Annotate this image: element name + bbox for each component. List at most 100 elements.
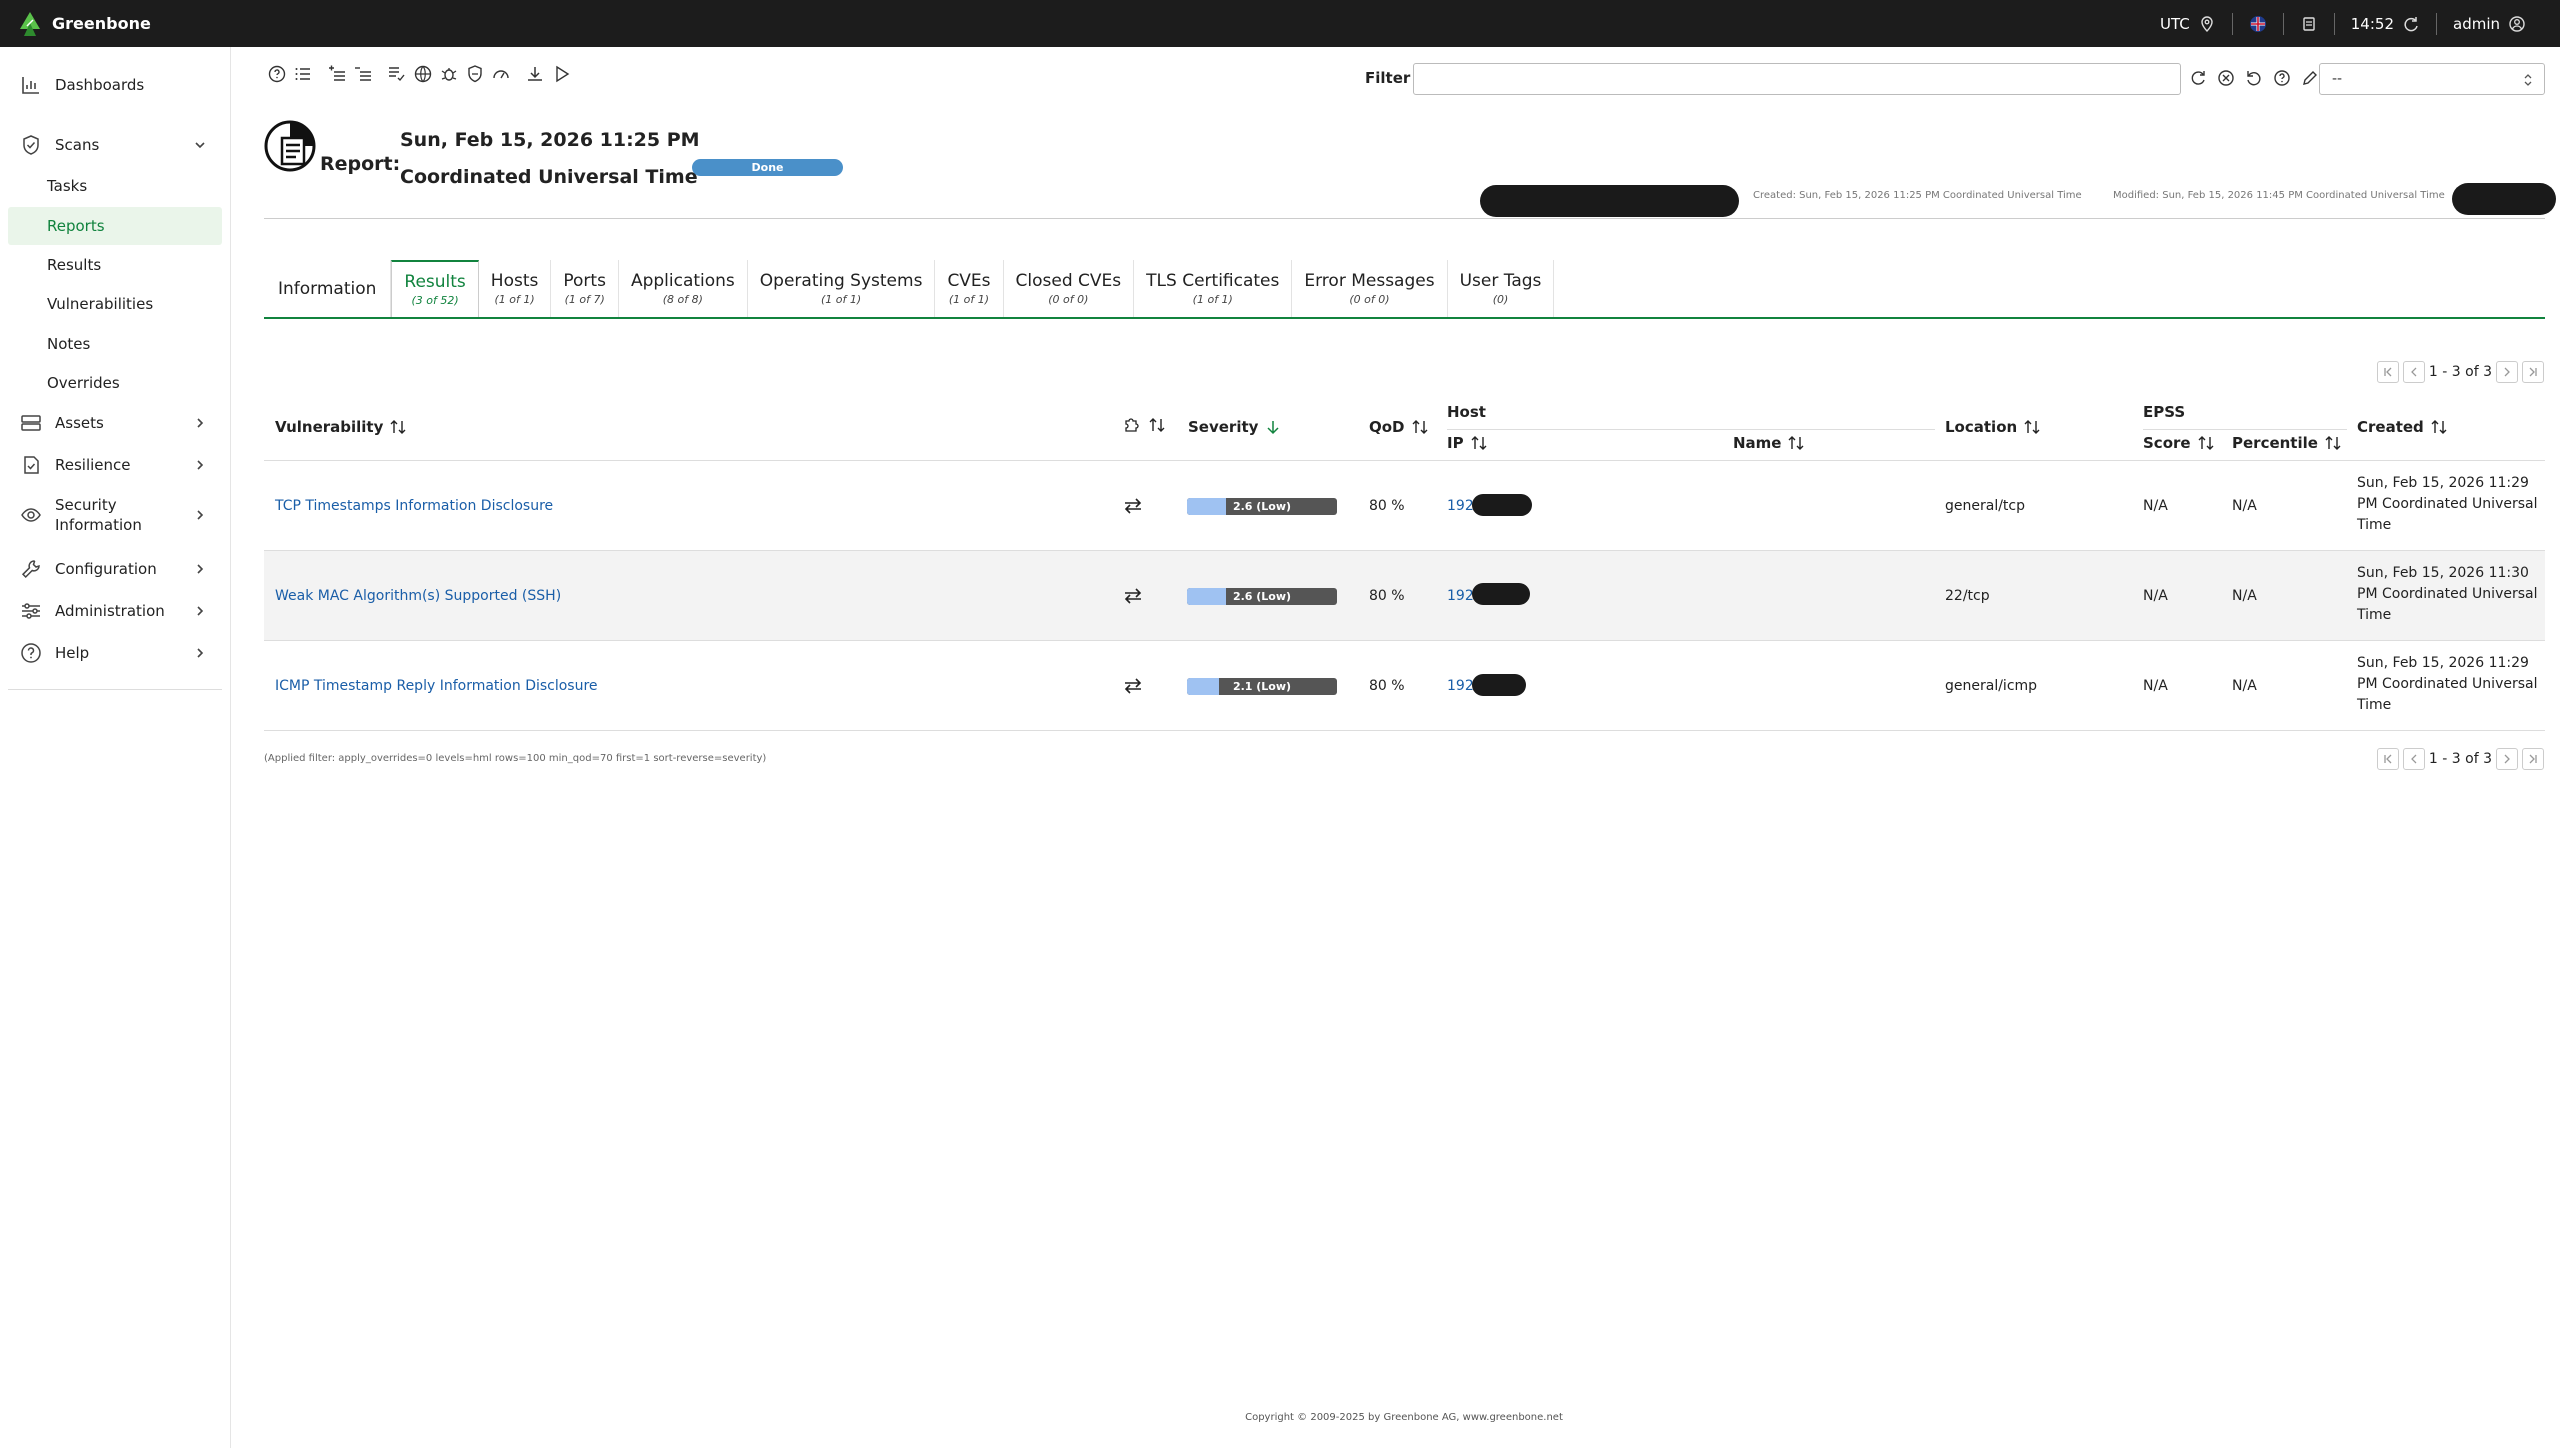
session-timer-toggle[interactable] bbox=[2284, 0, 2334, 47]
help-button[interactable] bbox=[264, 62, 290, 86]
filter-input[interactable] bbox=[1413, 63, 2181, 95]
tab-count: (0) bbox=[1492, 293, 1509, 306]
filter-select[interactable]: -- bbox=[2319, 63, 2545, 95]
sidebar-item-reports[interactable]: Reports bbox=[8, 207, 222, 245]
sort-icon bbox=[1471, 436, 1487, 450]
first-page-button[interactable] bbox=[2376, 361, 2399, 383]
sidebar-item-resilience[interactable]: Resilience bbox=[0, 445, 231, 485]
host-ip-link[interactable]: 192 bbox=[1447, 461, 1474, 551]
qod-value: 80 % bbox=[1369, 498, 1405, 514]
user-menu[interactable]: admin bbox=[2437, 0, 2542, 47]
tab-hosts[interactable]: Hosts (1 of 1) bbox=[479, 260, 552, 317]
task-details-button[interactable] bbox=[384, 62, 410, 86]
tab-information[interactable]: Information bbox=[264, 260, 392, 317]
previous-page-button[interactable] bbox=[2402, 361, 2425, 383]
tab-operating-systems[interactable]: Operating Systems (1 of 1) bbox=[748, 260, 936, 317]
sidebar-item-scans[interactable]: Scans bbox=[0, 125, 231, 165]
add-to-assets-button[interactable] bbox=[324, 62, 350, 86]
next-page-button[interactable] bbox=[2496, 361, 2518, 383]
severity-label: 2.6 (Low) bbox=[1232, 500, 1292, 513]
location: 22/tcp bbox=[1945, 588, 1990, 604]
tls-certificates-button[interactable] bbox=[462, 62, 488, 86]
list-plus-icon bbox=[329, 65, 345, 81]
redacted-block bbox=[2452, 183, 2556, 215]
tab-user-tags[interactable]: User Tags (0) bbox=[1448, 260, 1555, 317]
sidebar-item-help[interactable]: Help bbox=[0, 633, 231, 673]
performance-button[interactable] bbox=[488, 62, 514, 86]
tab-tls-certificates[interactable]: TLS Certificates (1 of 1) bbox=[1134, 260, 1293, 317]
last-page-button[interactable] bbox=[2522, 361, 2544, 383]
column-label: IP bbox=[1447, 434, 1464, 452]
last-page-button[interactable] bbox=[2522, 748, 2544, 770]
created-date: Sun, Feb 15, 2026 11:29 PM Coordinated U… bbox=[2357, 655, 2538, 713]
column-header-vulnerability[interactable]: Vulnerability bbox=[275, 418, 407, 436]
column-header-solution-type[interactable] bbox=[1122, 415, 1166, 435]
tab-cves[interactable]: CVEs (1 of 1) bbox=[935, 260, 1004, 317]
column-header-severity[interactable]: Severity bbox=[1188, 418, 1282, 436]
next-page-button[interactable] bbox=[2496, 748, 2518, 770]
sidebar-item-dashboards[interactable]: Dashboards bbox=[0, 65, 231, 105]
solution-type bbox=[1122, 551, 1144, 641]
list-minus-icon bbox=[355, 67, 371, 81]
session-time[interactable]: 14:52 bbox=[2335, 0, 2436, 47]
column-header-ip[interactable]: IP bbox=[1447, 434, 1488, 452]
tab-closed-cves[interactable]: Closed CVEs (0 of 0) bbox=[1004, 260, 1135, 317]
tab-count: (0 of 0) bbox=[1048, 293, 1089, 306]
vulnerability-link[interactable]: Weak MAC Algorithm(s) Supported (SSH) bbox=[275, 551, 561, 641]
refresh-filter-button[interactable] bbox=[2186, 66, 2210, 90]
table-row[interactable]: TCP Timestamps Information Disclosure 2.… bbox=[264, 461, 2545, 551]
play-icon bbox=[556, 65, 570, 83]
sidebar-item-assets[interactable]: Assets bbox=[0, 403, 231, 443]
sidebar-item-vulnerabilities[interactable]: Vulnerabilities bbox=[8, 285, 222, 323]
sidebar-item-tasks[interactable]: Tasks bbox=[8, 167, 222, 205]
table-row[interactable]: ICMP Timestamp Reply Information Disclos… bbox=[264, 641, 2545, 731]
column-header-epss-score[interactable]: Score bbox=[2143, 434, 2215, 452]
tab-results[interactable]: Results (3 of 52) bbox=[391, 260, 479, 317]
column-header-location[interactable]: Location bbox=[1945, 418, 2041, 436]
language-switch[interactable] bbox=[2233, 0, 2283, 47]
qod-value: 80 % bbox=[1369, 588, 1405, 604]
vulnerability-link[interactable]: TCP Timestamps Information Disclosure bbox=[275, 461, 553, 551]
sidebar-item-security-information[interactable]: Security Information bbox=[0, 487, 231, 543]
eye-shield-icon bbox=[21, 508, 41, 522]
chevron-right-icon bbox=[197, 564, 204, 574]
column-header-name[interactable]: Name bbox=[1733, 434, 1805, 452]
location-pin-icon bbox=[2201, 15, 2213, 32]
tab-count: (1 of 1) bbox=[821, 293, 862, 306]
sidebar-item-administration[interactable]: Administration bbox=[0, 591, 231, 631]
vulnerabilities-button[interactable] bbox=[436, 62, 462, 86]
refresh-icon bbox=[2191, 71, 2205, 85]
sidebar-label: Security Information bbox=[55, 495, 142, 535]
results-button[interactable] bbox=[410, 62, 436, 86]
clear-filter-button[interactable] bbox=[2214, 66, 2238, 90]
download-button[interactable] bbox=[522, 62, 548, 86]
chevron-right-icon bbox=[197, 648, 204, 658]
remove-from-assets-button[interactable] bbox=[350, 62, 376, 86]
severity-bar: 2.6 (Low) bbox=[1187, 588, 1337, 605]
brand[interactable]: Greenbone bbox=[18, 11, 151, 37]
sidebar-item-configuration[interactable]: Configuration bbox=[0, 549, 231, 589]
column-header-epss-percentile[interactable]: Percentile bbox=[2232, 434, 2342, 452]
column-header-qod[interactable]: QoD bbox=[1369, 418, 1429, 436]
created-date: Sun, Feb 15, 2026 11:29 PM Coordinated U… bbox=[2357, 475, 2538, 533]
host-ip-link[interactable]: 192 bbox=[1447, 551, 1474, 641]
tab-error-messages[interactable]: Error Messages (0 of 0) bbox=[1292, 260, 1448, 317]
sidebar-item-overrides[interactable]: Overrides bbox=[8, 364, 222, 402]
list-reports-button[interactable] bbox=[290, 62, 316, 86]
first-page-button[interactable] bbox=[2376, 748, 2399, 770]
column-header-created[interactable]: Created bbox=[2357, 418, 2448, 436]
vulnerability-link[interactable]: ICMP Timestamp Reply Information Disclos… bbox=[275, 641, 598, 731]
previous-page-button[interactable] bbox=[2402, 748, 2425, 770]
tab-ports[interactable]: Ports (1 of 7) bbox=[551, 260, 619, 317]
filter-help-button[interactable] bbox=[2270, 66, 2294, 90]
timezone-indicator[interactable]: UTC bbox=[2144, 0, 2232, 47]
server-icon bbox=[21, 415, 41, 431]
tab-count: (1 of 1) bbox=[494, 293, 535, 306]
sidebar-item-results[interactable]: Results bbox=[8, 246, 222, 284]
host-ip-link[interactable]: 192 bbox=[1447, 641, 1474, 731]
tab-applications[interactable]: Applications (8 of 8) bbox=[619, 260, 748, 317]
reset-filter-button[interactable] bbox=[2242, 66, 2266, 90]
sidebar-item-notes[interactable]: Notes bbox=[8, 325, 222, 363]
trigger-alert-button[interactable] bbox=[548, 62, 574, 86]
table-row[interactable]: Weak MAC Algorithm(s) Supported (SSH) 2.… bbox=[264, 551, 2545, 641]
